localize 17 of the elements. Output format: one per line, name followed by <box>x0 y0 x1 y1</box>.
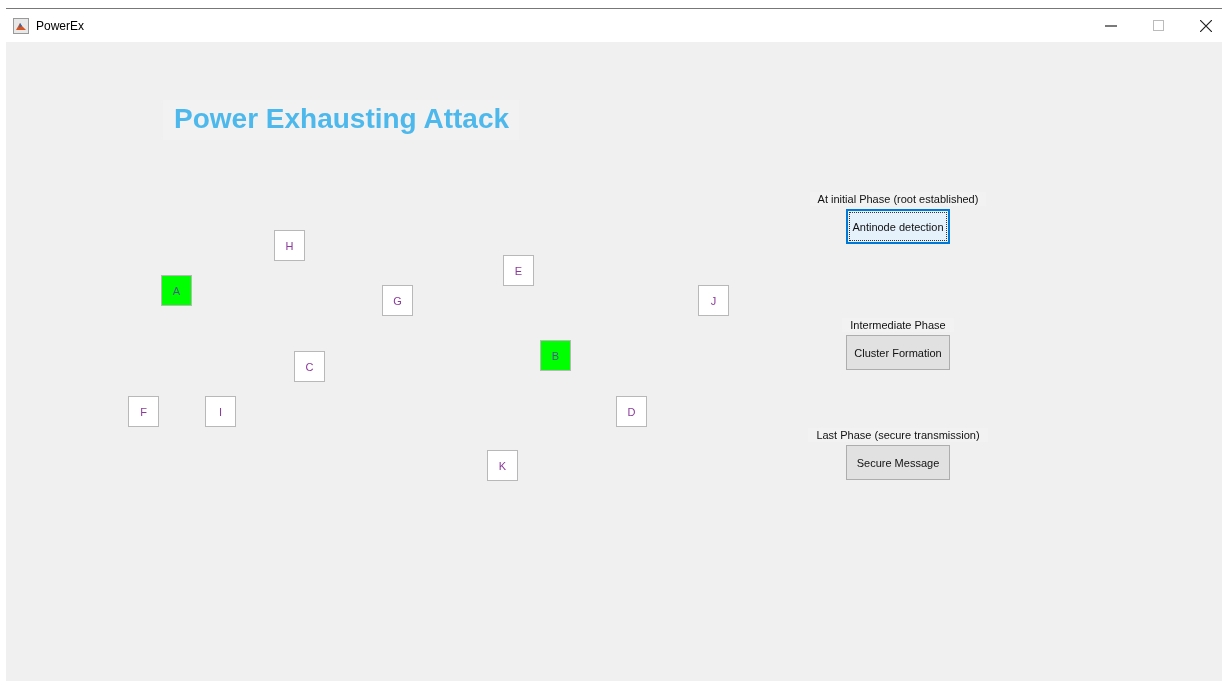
node-box: I <box>205 396 236 427</box>
node-box: K <box>487 450 518 481</box>
phase-button[interactable]: Cluster Formation <box>846 335 950 370</box>
close-icon[interactable] <box>1200 19 1212 32</box>
node-box: H <box>274 230 305 261</box>
app-icon <box>13 17 29 34</box>
node-box: E <box>503 255 534 286</box>
node-box: C <box>294 351 325 382</box>
node-box: G <box>382 285 413 316</box>
node-box: B <box>540 340 571 371</box>
phase-button[interactable]: Antinode detection <box>846 209 950 244</box>
node-box: A <box>161 275 192 306</box>
node-box: D <box>616 396 647 427</box>
node-box: F <box>128 396 159 427</box>
window-title: PowerEx <box>36 18 85 33</box>
phase-button[interactable]: Secure Message <box>846 445 950 480</box>
node-box: J <box>698 285 729 316</box>
